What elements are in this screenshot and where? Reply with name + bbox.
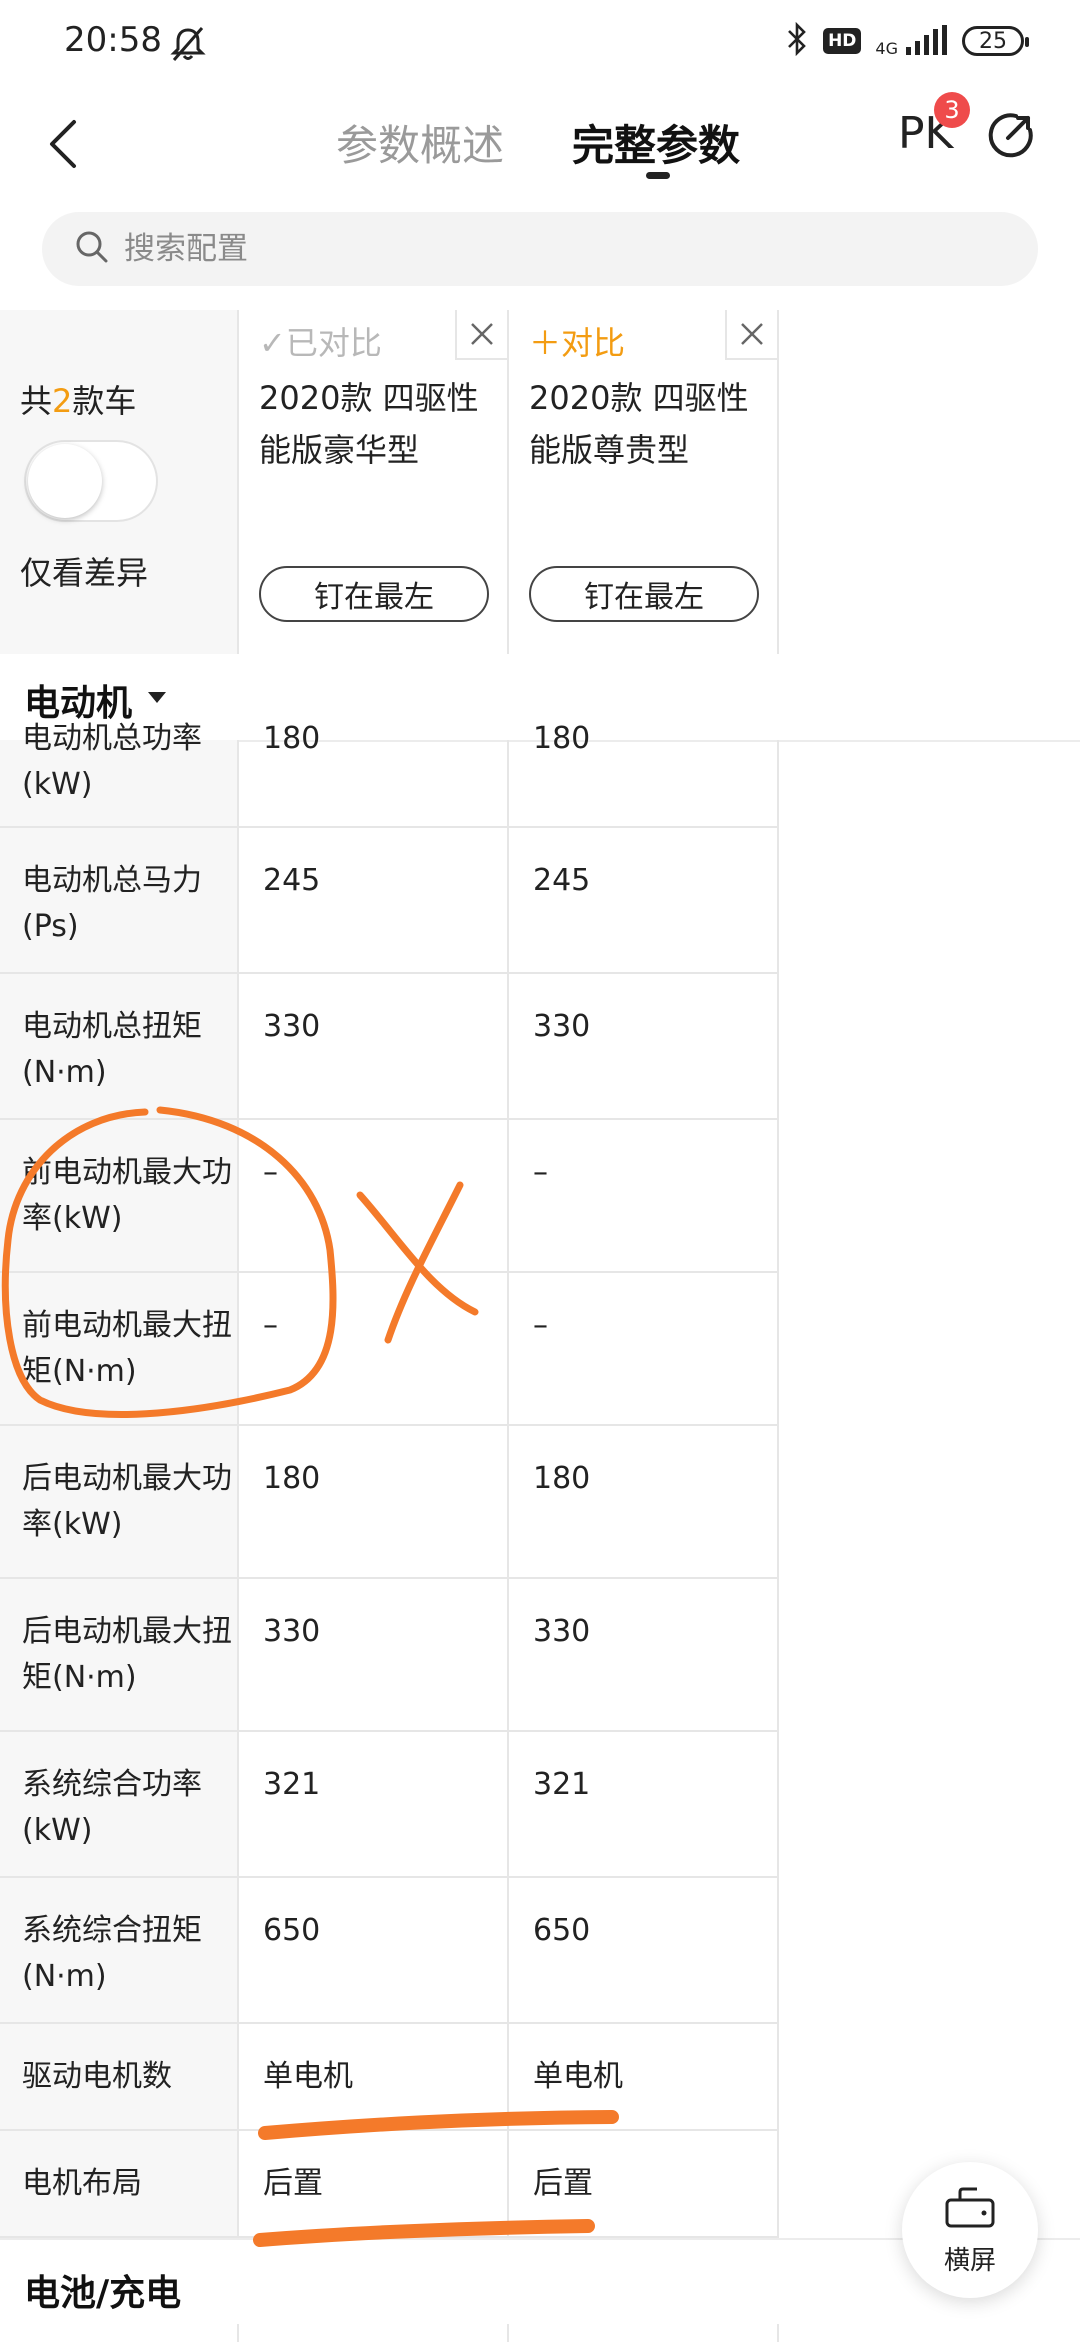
table-row: 电动机总扭矩(N·m) 330 330 [0, 974, 779, 1120]
status-bar: 20:58 HD 4G 25 [0, 0, 1080, 92]
mute-icon [168, 24, 208, 68]
share-icon[interactable] [986, 110, 1036, 164]
section-title: 电池/充电 [24, 2273, 182, 2314]
row-value: 330 [533, 1009, 591, 1044]
row-value: 180 [263, 721, 321, 756]
battery-icon: 25 [962, 26, 1029, 56]
row-value: 330 [533, 1614, 591, 1649]
close-icon[interactable] [725, 310, 777, 360]
pin-left-button[interactable]: 钉在最左 [529, 566, 759, 622]
car-column-1: ✓已对比 2020款 四驱性能版豪华型 钉在最左 [237, 310, 507, 654]
row-value: 650 [533, 1913, 591, 1948]
close-icon[interactable] [455, 310, 507, 360]
diff-only-toggle[interactable] [24, 440, 158, 522]
row-value: 245 [533, 863, 591, 898]
table-row: 电机布局 后置 后置 [0, 2131, 779, 2238]
row-value: 245 [263, 863, 321, 898]
rotate-screen-icon [944, 2186, 996, 2234]
status-time: 20:58 [64, 20, 162, 60]
row-label: 系统综合功率(kW) [22, 1767, 202, 1848]
row-value: – [263, 1308, 278, 1343]
row-label: 电动机总马力(Ps) [22, 863, 202, 944]
row-value: 180 [263, 1461, 321, 1496]
row-value: 180 [533, 1461, 591, 1496]
row-label: 电动机总功率(kW) [22, 721, 202, 802]
row-value: 180 [533, 721, 591, 756]
row-value: 后置 [263, 2166, 323, 2201]
row-label: 后电动机最大扭矩(N·m) [22, 1614, 232, 1695]
tab-overview[interactable]: 参数概述 [336, 112, 504, 173]
row-value: 后置 [533, 2166, 593, 2201]
back-arrow-icon[interactable] [44, 114, 84, 174]
search-input[interactable] [122, 230, 926, 268]
caret-down-icon [148, 692, 166, 703]
compare-header: 共2款车 仅看差异 ✓已对比 2020款 四驱性能版豪华型 钉在最左 ＋对比 2… [0, 310, 1080, 656]
landscape-button[interactable]: 横屏 [902, 2162, 1038, 2298]
row-value: 650 [263, 1913, 321, 1948]
landscape-label: 横屏 [943, 2246, 996, 2276]
table-row: 驱动电机数 单电机 单电机 [0, 2024, 779, 2131]
pin-left-button[interactable]: 钉在最左 [259, 566, 489, 622]
table-row: 前电动机最大扭矩(N·m) – – [0, 1273, 779, 1426]
search-icon [74, 229, 110, 269]
spec-table: 电动机总功率(kW) 180 180 电动机总马力(Ps) 245 245 电动… [0, 721, 779, 2238]
table-row: 电动机总马力(Ps) 245 245 [0, 828, 779, 974]
row-value: – [263, 1155, 278, 1190]
active-tab-indicator [646, 172, 670, 179]
row-value: 321 [263, 1767, 321, 1802]
hd-badge: HD [823, 28, 862, 54]
table-row: 电动机总功率(kW) 180 180 [0, 721, 779, 828]
pk-count-badge: 3 [934, 92, 970, 128]
row-label: 后电动机最大功率(kW) [22, 1461, 232, 1542]
bluetooth-icon [785, 21, 809, 60]
row-label: 驱动电机数 [22, 2059, 172, 2094]
row-value: 330 [263, 1009, 321, 1044]
row-value: 单电机 [263, 2059, 353, 2094]
row-value: – [533, 1308, 548, 1343]
row-label: 电动机总扭矩(N·m) [22, 1009, 202, 1090]
car-name: 2020款 四驱性能版尊贵型 [529, 379, 749, 469]
compared-status[interactable]: ✓已对比 [259, 318, 382, 364]
row-label: 电机布局 [22, 2166, 142, 2201]
row-label: 系统综合扭矩(N·m) [22, 1913, 202, 1994]
signal-icon: 4G [875, 25, 948, 57]
compare-summary: 共2款车 仅看差异 [0, 310, 237, 654]
table-row: 后电动机最大功率(kW) 180 180 [0, 1426, 779, 1579]
row-value: 321 [533, 1767, 591, 1802]
tab-full-params[interactable]: 完整参数 [572, 112, 740, 173]
network-type: 4G [875, 39, 898, 58]
top-nav: 参数概述 完整参数 PK 3 [0, 92, 1080, 204]
row-value: 单电机 [533, 2059, 623, 2094]
row-value: – [533, 1155, 548, 1190]
table-row: 前电动机最大功率(kW) – – [0, 1120, 779, 1273]
search-bar[interactable] [42, 212, 1038, 286]
car-count: 共2款车 [20, 382, 137, 420]
row-label: 前电动机最大扭矩(N·m) [22, 1308, 232, 1389]
car-name: 2020款 四驱性能版豪华型 [259, 379, 479, 469]
add-compare-button[interactable]: ＋对比 [529, 318, 625, 364]
diff-only-label: 仅看差异 [20, 554, 149, 592]
car-column-2: ＋对比 2020款 四驱性能版尊贵型 钉在最左 [507, 310, 779, 654]
row-value: 330 [263, 1614, 321, 1649]
table-row: 系统综合扭矩(N·m) 650 650 [0, 1878, 779, 2024]
table-row: 后电动机最大扭矩(N·m) 330 330 [0, 1579, 779, 1732]
table-row: 系统综合功率(kW) 321 321 [0, 1732, 779, 1878]
row-label: 前电动机最大功率(kW) [22, 1155, 232, 1236]
toggle-knob [28, 444, 102, 518]
